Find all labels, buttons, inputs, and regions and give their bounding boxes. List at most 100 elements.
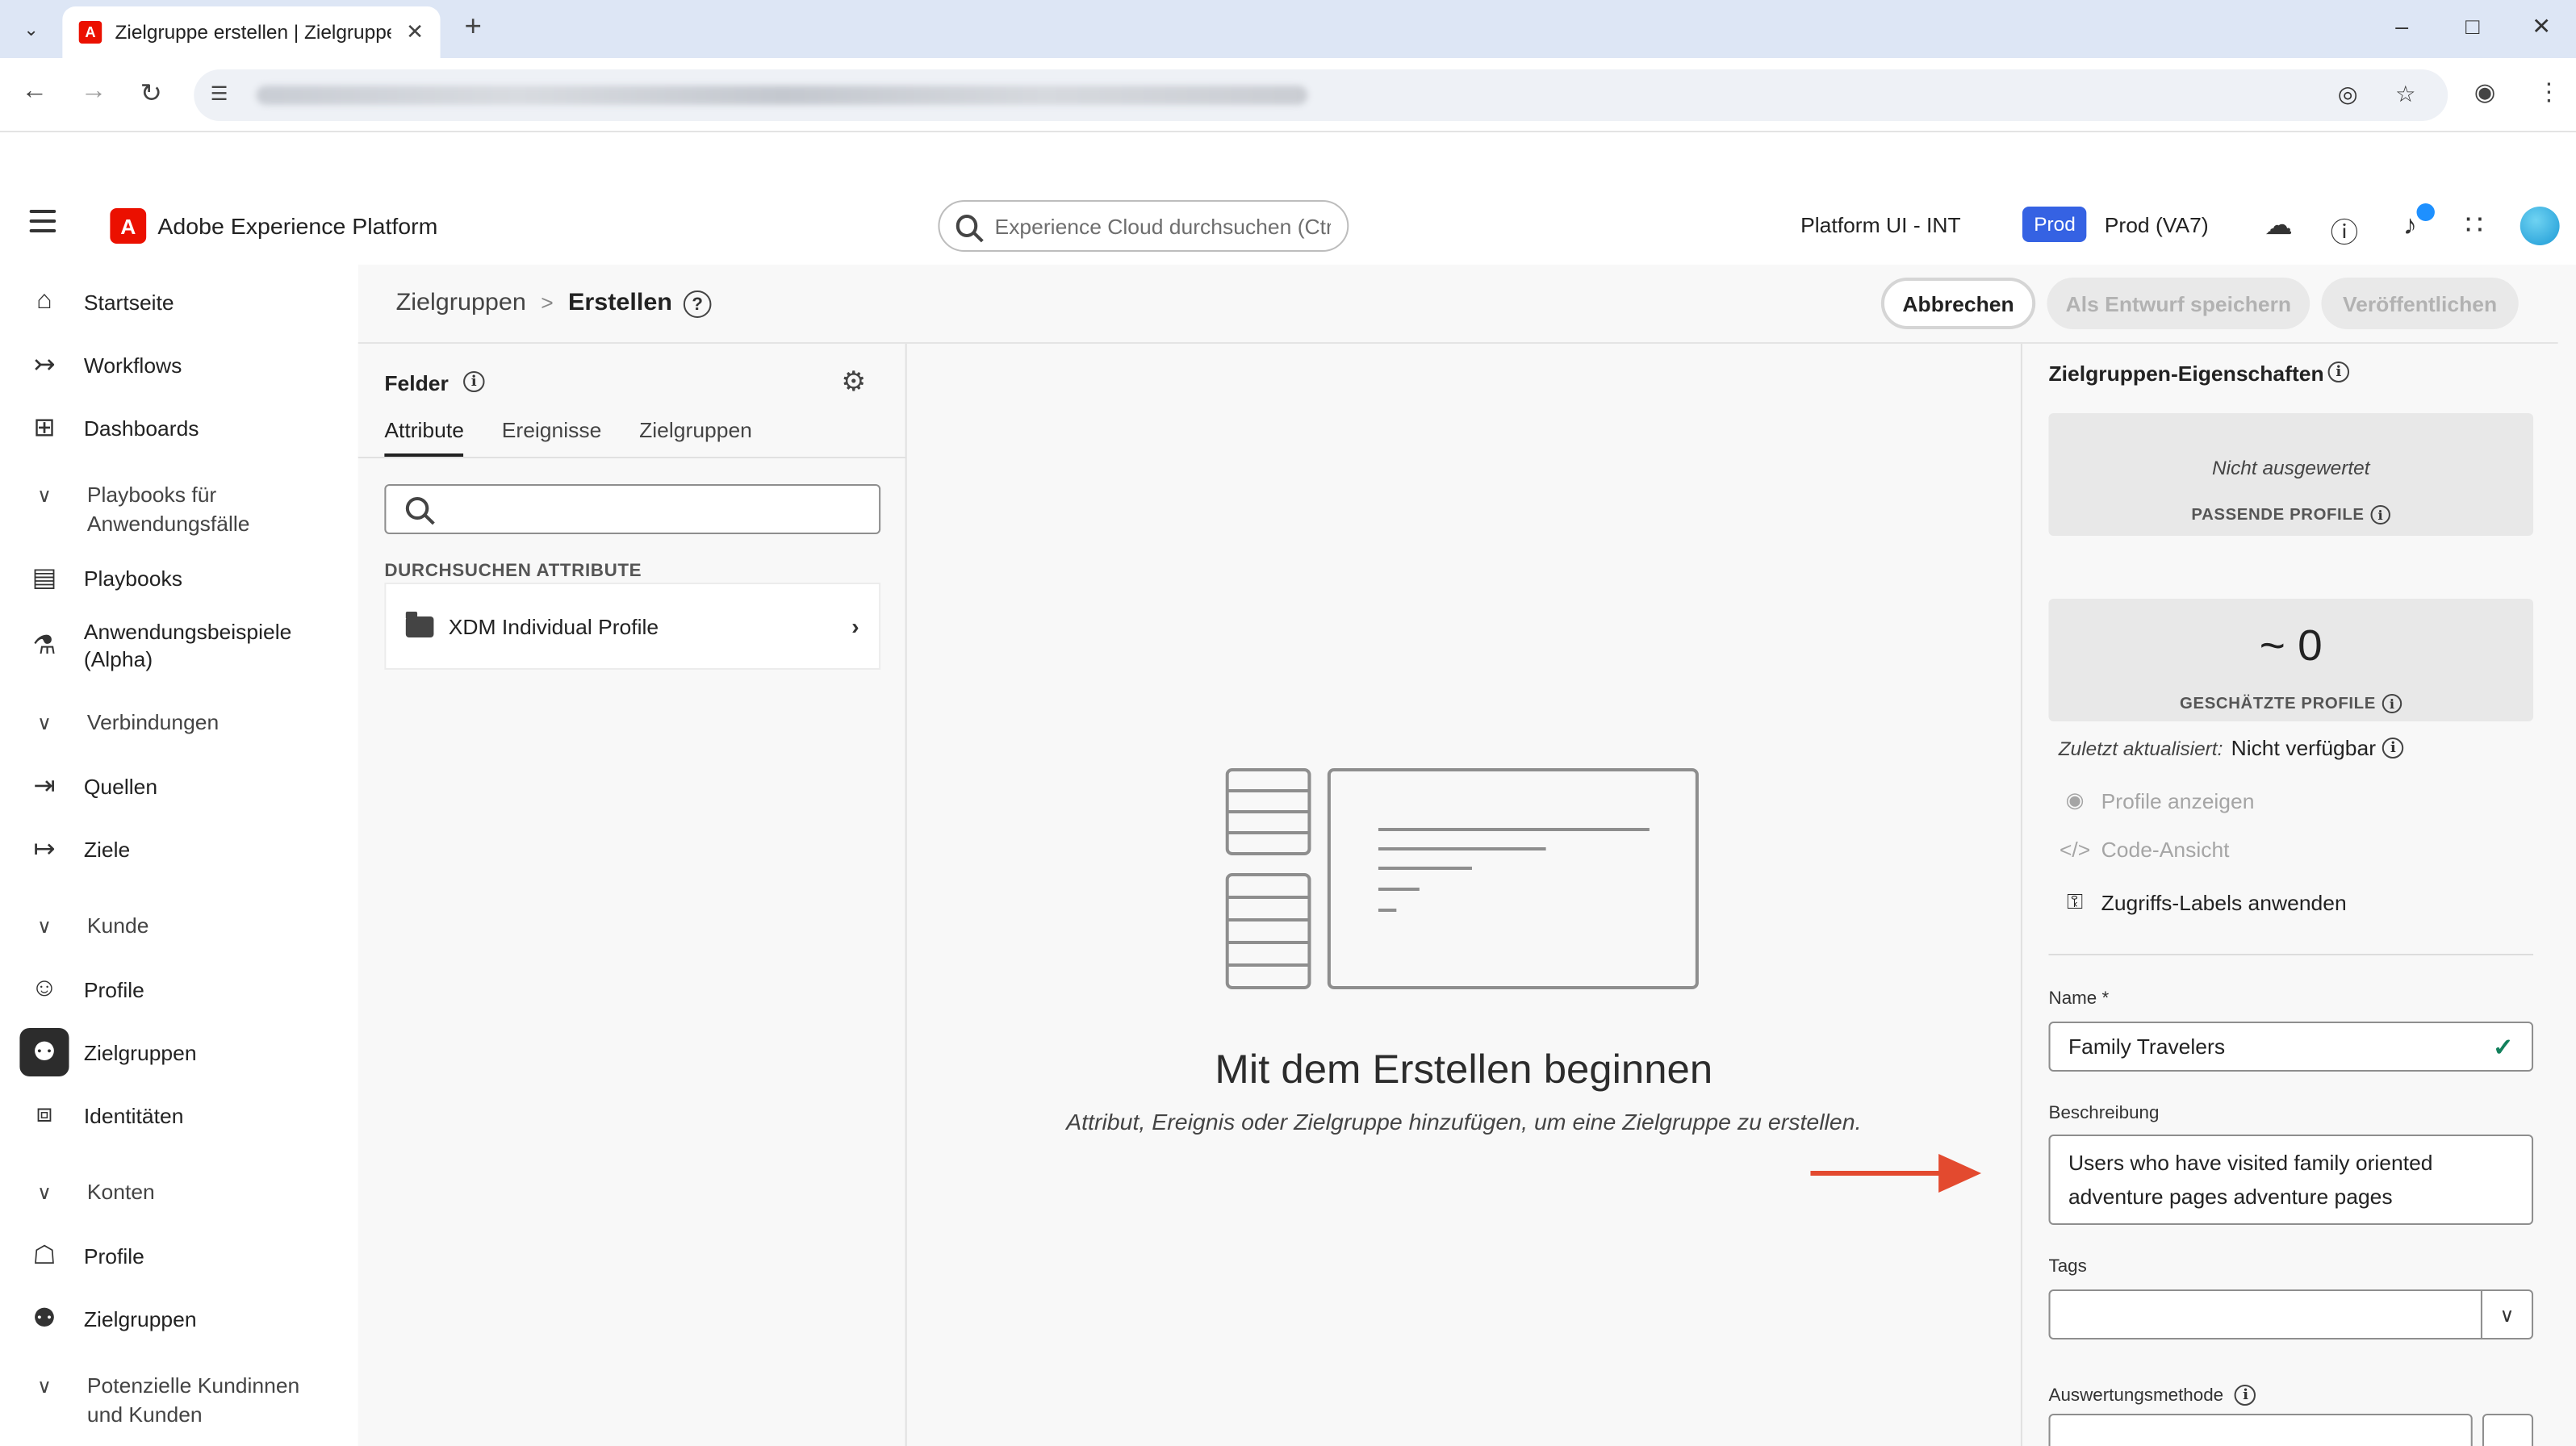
chevron-right-icon[interactable]: › bbox=[851, 613, 859, 639]
tab-attribute[interactable]: Attribute bbox=[384, 418, 464, 457]
tab-search-menu-icon[interactable]: ⌄ bbox=[10, 10, 52, 48]
nav-label: Ziele bbox=[83, 837, 131, 861]
nav-quellen[interactable]: ⇥ Quellen bbox=[19, 760, 341, 812]
app-name[interactable]: Adobe Experience Platform bbox=[157, 213, 437, 239]
nav-section-konten[interactable]: ∨ Konten bbox=[19, 1178, 341, 1207]
audiences-icon: ⚉ bbox=[19, 1028, 69, 1076]
nav-konten-profile[interactable]: ☖ Profile bbox=[19, 1230, 341, 1281]
tracking-off-icon[interactable]: ◎ bbox=[2338, 81, 2358, 108]
estimated-profiles-label-text: GESCHÄTZTE PROFILE bbox=[2180, 695, 2376, 713]
breadcrumb: Zielgruppen > Erstellen bbox=[396, 289, 672, 316]
name-label-text: Name bbox=[2048, 989, 2097, 1009]
account-profile-icon: ☖ bbox=[32, 1243, 56, 1270]
name-field[interactable]: Family Travelers ✓ bbox=[2048, 1022, 2534, 1072]
bookmark-star-icon[interactable]: ☆ bbox=[2395, 81, 2416, 108]
sandbox-badge[interactable]: Prod bbox=[2022, 207, 2088, 242]
info-icon[interactable]: i bbox=[2370, 505, 2391, 524]
hamburger-menu-icon[interactable] bbox=[29, 210, 56, 232]
folder-icon bbox=[405, 611, 434, 637]
nav-section-label: Potenzielle Kundinnen und Kunden bbox=[86, 1373, 300, 1427]
app-header: A Adobe Experience Platform Experience C… bbox=[0, 187, 2576, 265]
chevron-down-icon: ∨ bbox=[36, 1181, 52, 1204]
browser-tab[interactable]: A Zielgruppe erstellen | Zielgruppe ✕ bbox=[62, 6, 441, 58]
minimize-icon[interactable]: – bbox=[2386, 13, 2419, 39]
nav-playbooks[interactable]: ▤ Playbooks bbox=[19, 552, 341, 604]
list-item[interactable]: XDM Individual Profile › bbox=[384, 583, 881, 670]
tab-zielgruppen[interactable]: Zielgruppen bbox=[639, 418, 752, 457]
flask-icon: ⚗ bbox=[32, 633, 56, 660]
nav-label: Identitäten bbox=[83, 1103, 184, 1127]
chevron-down-icon: ∨ bbox=[36, 484, 52, 507]
help-icon[interactable]: ⓘ bbox=[2328, 210, 2361, 250]
tab-ereignisse[interactable]: Ereignisse bbox=[502, 418, 602, 457]
user-avatar[interactable] bbox=[2520, 207, 2560, 245]
settings-gear-icon[interactable]: ⚙ bbox=[841, 366, 866, 399]
playbooks-icon: ▤ bbox=[31, 565, 57, 592]
info-icon[interactable]: i bbox=[2382, 694, 2402, 713]
nav-section-potenzielle-kunden[interactable]: ∨ Potenzielle Kundinnen und Kunden bbox=[19, 1372, 341, 1430]
feedback-icon[interactable]: ☁ bbox=[2262, 210, 2295, 242]
description-field[interactable]: Users who have visited family oriented a… bbox=[2048, 1135, 2534, 1225]
adobe-favicon-icon: A bbox=[78, 21, 102, 44]
forward-icon[interactable]: → bbox=[77, 77, 111, 107]
org-switcher[interactable]: Platform UI - INT bbox=[1800, 213, 1961, 237]
nav-ziele[interactable]: ↦ Ziele bbox=[19, 823, 341, 875]
fields-search-input[interactable] bbox=[384, 484, 881, 534]
search-icon bbox=[956, 215, 979, 237]
evaluation-method-button[interactable] bbox=[2482, 1414, 2534, 1446]
info-icon[interactable]: i bbox=[2327, 362, 2350, 382]
nav-identitaeten[interactable]: ⧈ Identitäten bbox=[19, 1089, 341, 1141]
cancel-button[interactable]: Abbrechen bbox=[1880, 278, 2036, 329]
site-info-icon[interactable]: ☰ bbox=[211, 82, 228, 105]
app-switcher-grid-icon[interactable]: ∷ bbox=[2457, 210, 2490, 242]
help-icon[interactable]: ? bbox=[683, 290, 712, 318]
matching-profiles-card: Nicht ausgewertet PASSENDE PROFILE i bbox=[2048, 413, 2534, 536]
breadcrumb-separator: > bbox=[541, 290, 554, 315]
info-icon[interactable]: i bbox=[2382, 738, 2404, 759]
new-tab-icon[interactable]: + bbox=[457, 10, 490, 44]
window-close-icon[interactable]: ✕ bbox=[2525, 13, 2558, 40]
nav-konten-zielgruppen[interactable]: ⚉ Zielgruppen bbox=[19, 1293, 341, 1344]
url-bar[interactable]: ☰ ◎ ☆ bbox=[194, 69, 2448, 121]
nav-section-kunde[interactable]: ∨ Kunde bbox=[19, 912, 341, 941]
adobe-logo-icon[interactable]: A bbox=[110, 208, 147, 244]
back-icon[interactable]: ← bbox=[18, 77, 51, 107]
empty-state-illustration bbox=[1225, 768, 1699, 989]
code-view-link[interactable]: </> Code-Ansicht bbox=[2059, 838, 2230, 862]
info-icon[interactable]: i bbox=[2235, 1385, 2256, 1406]
annotation-arrow bbox=[1810, 1154, 1982, 1193]
empty-state-subtitle: Attribut, Ereignis oder Zielgruppe hinzu… bbox=[1066, 1109, 1862, 1135]
nav-anwendungsbeispiele[interactable]: ⚗ Anwendungsbeispiele (Alpha) bbox=[19, 616, 341, 675]
nav-dashboards[interactable]: ⊞ Dashboards bbox=[19, 402, 341, 453]
checkmark-icon: ✓ bbox=[2493, 1034, 2514, 1061]
access-labels-link[interactable]: ⚿ Zugriffs-Labels anwenden bbox=[2059, 889, 2347, 915]
global-search-input[interactable]: Experience Cloud durchsuchen (Ctr... bbox=[938, 200, 1349, 252]
estimated-profiles-card: ~ 0 GESCHÄTZTE PROFILE i bbox=[2048, 599, 2534, 721]
profile-icon[interactable]: ◉ bbox=[2474, 77, 2496, 107]
view-profiles-link[interactable]: ◉ Profile anzeigen bbox=[2059, 788, 2255, 813]
properties-title: Zielgruppen-Eigenschaften bbox=[2048, 362, 2324, 386]
required-mark: * bbox=[2101, 989, 2110, 1009]
nav-zielgruppen[interactable]: ⚉ Zielgruppen bbox=[19, 1026, 341, 1078]
nav-profile[interactable]: ☺ Profile bbox=[19, 963, 341, 1015]
sandbox-name[interactable]: Prod (VA7) bbox=[2105, 213, 2209, 237]
reload-icon[interactable]: ↻ bbox=[135, 77, 168, 110]
chrome-menu-icon[interactable]: ⋮ bbox=[2536, 77, 2561, 107]
nav-section-playbooks-fuer-anwendungsfaelle[interactable]: ∨ Playbooks für Anwendungsfälle bbox=[19, 481, 341, 539]
chevron-down-icon[interactable]: ∨ bbox=[2480, 1291, 2532, 1338]
publish-button[interactable]: Veröffentlichen bbox=[2321, 278, 2519, 329]
name-field-label: Name * bbox=[2049, 989, 2110, 1009]
nav-label: Anwendungsbeispiele (Alpha) bbox=[83, 620, 292, 671]
breadcrumb-zielgruppen[interactable]: Zielgruppen bbox=[396, 289, 526, 316]
builder-canvas[interactable]: Mit dem Erstellen beginnen Attribut, Ere… bbox=[908, 344, 2019, 1446]
save-draft-button[interactable]: Als Entwurf speichern bbox=[2047, 278, 2310, 329]
maximize-icon[interactable]: □ bbox=[2456, 13, 2489, 39]
nav-label: Zielgruppen bbox=[83, 1306, 197, 1331]
nav-startseite[interactable]: ⌂ Startseite bbox=[19, 276, 341, 328]
tab-close-icon[interactable]: ✕ bbox=[406, 19, 424, 45]
tags-combobox[interactable]: ∨ bbox=[2048, 1289, 2534, 1339]
nav-workflows[interactable]: ↣ Workflows bbox=[19, 339, 341, 391]
nav-section-verbindungen[interactable]: ∨ Verbindungen bbox=[19, 708, 341, 738]
evaluation-method-field[interactable] bbox=[2048, 1414, 2473, 1446]
info-icon[interactable]: i bbox=[463, 371, 485, 392]
